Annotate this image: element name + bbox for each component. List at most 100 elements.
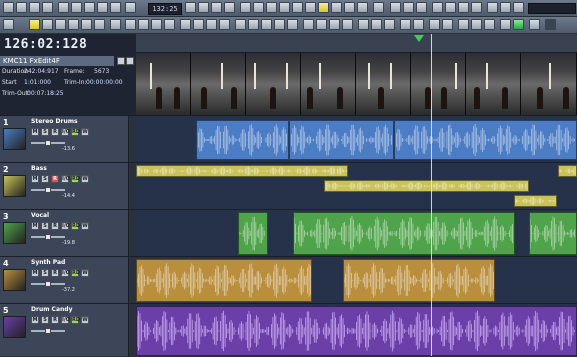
view-2-icon[interactable] — [445, 2, 456, 13]
rec-button[interactable]: R — [51, 316, 59, 324]
scrub-icon[interactable] — [390, 2, 401, 13]
track-header-1[interactable]: 1 Stereo Drums M S R I/O RD W -13.6 — [0, 115, 136, 163]
solo-button[interactable]: S — [41, 269, 49, 277]
fullscreen-icon[interactable] — [529, 19, 540, 30]
track-height-scrollbar[interactable] — [128, 116, 136, 163]
track-lane-2[interactable] — [136, 162, 577, 209]
cpu-icon[interactable] — [500, 19, 511, 30]
draw-tool-icon[interactable] — [94, 19, 105, 30]
view-3-icon[interactable] — [458, 2, 469, 13]
edit-cursor[interactable] — [431, 34, 432, 356]
console-icon[interactable] — [484, 19, 495, 30]
edit-2-icon[interactable] — [248, 19, 259, 30]
track-name[interactable]: Bass — [31, 165, 47, 172]
pitch-tool-icon[interactable] — [125, 19, 136, 30]
tempo-icon[interactable] — [185, 2, 196, 13]
audio-clip[interactable] — [343, 259, 495, 302]
track-name[interactable]: Synth Pad — [31, 259, 65, 266]
lane-icon[interactable] — [371, 19, 382, 30]
save-icon[interactable] — [29, 2, 40, 13]
solo-button[interactable]: S — [41, 222, 49, 230]
mute-button[interactable]: M — [31, 316, 39, 324]
audio-clip[interactable] — [293, 212, 515, 255]
solo-button[interactable]: S — [41, 128, 49, 136]
stretch-tool-icon[interactable] — [110, 19, 121, 30]
video-thumbnail-track[interactable] — [136, 53, 577, 115]
forward-end-icon[interactable] — [357, 2, 368, 13]
loop-icon[interactable] — [224, 2, 235, 13]
mixer-icon[interactable] — [240, 2, 251, 13]
audio-clip[interactable] — [289, 120, 394, 160]
track-header-2[interactable]: 2 Bass M S R I/O RD W -14.4 — [0, 162, 136, 210]
velocity-tool-icon[interactable] — [138, 19, 149, 30]
audio-clip[interactable] — [324, 180, 529, 192]
metronome-icon[interactable] — [198, 2, 209, 13]
edit-4-icon[interactable] — [274, 19, 285, 30]
split-tool-icon[interactable] — [55, 19, 66, 30]
audio-clip[interactable] — [136, 259, 312, 302]
bus-icon[interactable] — [329, 19, 340, 30]
copy-icon[interactable] — [71, 2, 82, 13]
edit-1-icon[interactable] — [235, 19, 246, 30]
edit-5-icon[interactable] — [287, 19, 298, 30]
engine-on-icon[interactable] — [513, 19, 524, 30]
track-name[interactable]: Drum Candy — [31, 306, 72, 313]
sync-icon[interactable] — [413, 19, 424, 30]
input-button[interactable]: I/O — [61, 222, 70, 230]
redo-icon[interactable] — [110, 2, 121, 13]
audio-clip[interactable] — [196, 120, 289, 160]
rec-button[interactable]: R — [51, 222, 59, 230]
zoom-in-icon[interactable] — [403, 2, 414, 13]
open-file-icon[interactable] — [16, 2, 27, 13]
erase-tool-icon[interactable] — [68, 19, 79, 30]
playhead-marker-icon[interactable] — [414, 35, 424, 42]
read-button[interactable]: RD — [71, 175, 80, 183]
cut-icon[interactable] — [58, 2, 69, 13]
track-add-icon[interactable] — [384, 19, 395, 30]
input-button[interactable]: I/O — [61, 269, 70, 277]
write-button[interactable]: W — [81, 222, 89, 230]
record-icon[interactable] — [373, 2, 384, 13]
solo-button[interactable]: S — [41, 175, 49, 183]
view-1-icon[interactable] — [432, 2, 443, 13]
automation-icon[interactable] — [358, 19, 369, 30]
snap-icon[interactable] — [266, 2, 277, 13]
view-tracks-icon[interactable] — [442, 19, 453, 30]
track-height-scrollbar[interactable] — [128, 304, 136, 357]
read-button[interactable]: RD — [71, 316, 80, 324]
undo-icon[interactable] — [97, 2, 108, 13]
audio-clip[interactable] — [529, 212, 577, 255]
rec-button[interactable]: R — [51, 175, 59, 183]
rec-button[interactable]: R — [51, 128, 59, 136]
view-4-icon[interactable] — [471, 2, 482, 13]
track-name[interactable]: Vocal — [31, 212, 49, 219]
read-button[interactable]: RD — [71, 269, 80, 277]
clip-view-icon[interactable] — [126, 57, 134, 65]
read-button[interactable]: RD — [71, 128, 80, 136]
search-field[interactable] — [528, 3, 576, 14]
rec-button[interactable]: R — [51, 269, 59, 277]
layout-icon[interactable] — [513, 2, 524, 13]
pause-icon[interactable] — [331, 2, 342, 13]
range-tool-icon[interactable] — [42, 19, 53, 30]
fast-forward-icon[interactable] — [344, 2, 355, 13]
mute-button[interactable]: M — [31, 222, 39, 230]
volume-fader-knob[interactable] — [45, 281, 51, 287]
fade-tool-icon[interactable] — [151, 19, 162, 30]
lock-icon[interactable] — [219, 19, 230, 30]
select-tool-icon[interactable] — [3, 19, 14, 30]
clip-name-field[interactable]: KMC11 FxEdit4F — [0, 56, 114, 66]
input-button[interactable]: I/O — [61, 175, 70, 183]
volume-fader-knob[interactable] — [45, 187, 51, 193]
track-header-5[interactable]: 5 Drum Candy M S R I/O RD W — [0, 303, 136, 357]
rewind-start-icon[interactable] — [279, 2, 290, 13]
audio-clip[interactable] — [394, 120, 577, 160]
close-icon[interactable] — [545, 19, 556, 30]
track-lane-5[interactable] — [136, 303, 577, 356]
print-icon[interactable] — [42, 2, 53, 13]
write-button[interactable]: W — [81, 316, 89, 324]
window-icon[interactable] — [500, 2, 511, 13]
marker-icon[interactable] — [253, 2, 264, 13]
rewind-icon[interactable] — [292, 2, 303, 13]
follow-icon[interactable] — [429, 19, 440, 30]
